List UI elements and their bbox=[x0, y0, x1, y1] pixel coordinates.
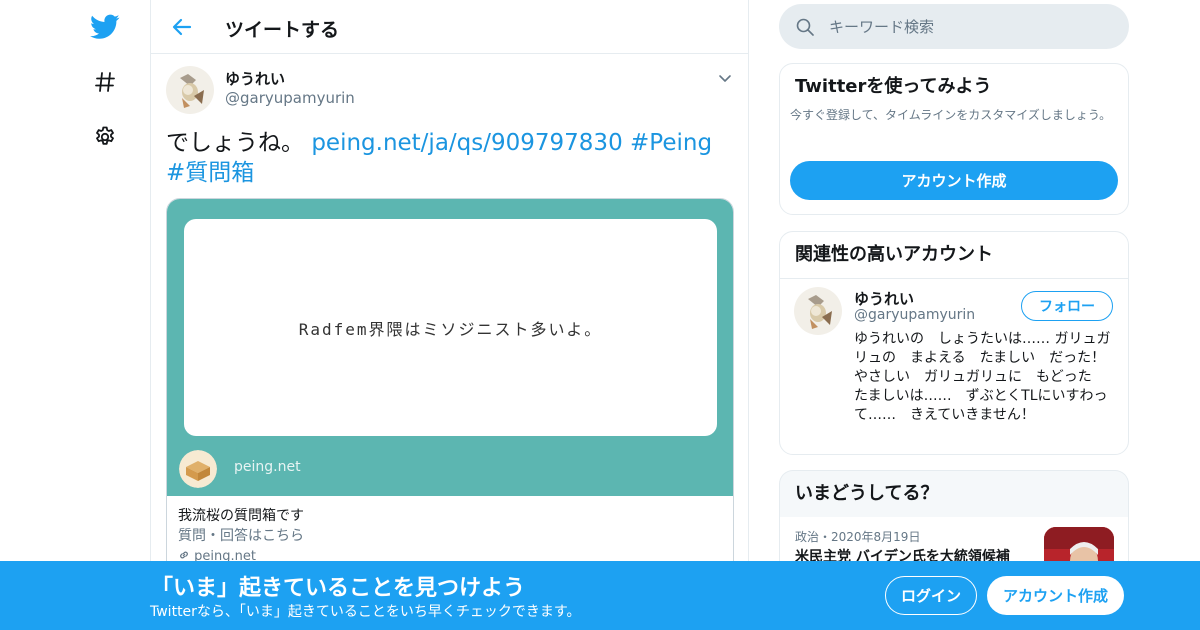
login-button[interactable]: ログイン bbox=[885, 576, 977, 615]
avatar-image bbox=[166, 66, 214, 114]
back-button[interactable] bbox=[167, 12, 197, 42]
tweet-text: でしょうね。 peing.net/ja/qs/909797830 #Peing … bbox=[166, 128, 736, 188]
tweet-link[interactable]: peing.net/ja/qs/909797830 bbox=[311, 130, 622, 156]
create-account-button[interactable]: アカウント作成 bbox=[790, 161, 1118, 200]
trends-panel-title: いまどうしてる？ bbox=[780, 471, 1128, 518]
signup-panel-description: 今すぐ登録して、タイムラインをカスタマイズしましょう。 bbox=[790, 108, 1112, 122]
bottom-bar-subtitle: Twitterなら、「いま」起きていることをいち早くチェックできます。 bbox=[150, 604, 581, 620]
related-panel-title: 関連性の高いアカウント bbox=[780, 232, 1128, 279]
related-account-handle[interactable]: @garyupamyurin bbox=[854, 307, 975, 323]
related-account-name[interactable]: ゆうれい bbox=[854, 288, 914, 309]
hashtag-peing[interactable]: #Peing bbox=[630, 130, 712, 156]
main-column: ツイートする ゆうれい @garyupamyurin でしょうね。 peing.… bbox=[150, 0, 749, 630]
tweet-text-plain: でしょうね。 bbox=[166, 130, 304, 156]
link-icon bbox=[180, 551, 188, 559]
card-description: 質問・回答はこちら bbox=[178, 528, 304, 544]
author-handle[interactable]: @garyupamyurin bbox=[225, 89, 355, 107]
link-card[interactable]: Radfem界隈はミソジニスト多いよ。 peing.net 我流桜の質問箱です … bbox=[166, 198, 734, 578]
search-input[interactable] bbox=[829, 17, 1099, 36]
hashtag-question-box[interactable]: #質問箱 bbox=[166, 160, 254, 186]
twitter-home-link[interactable] bbox=[87, 9, 123, 45]
bottom-signup-bar: 「いま」起きていることを見つけよう Twitterなら、「いま」起きていることを… bbox=[0, 561, 1200, 630]
arrow-left-icon bbox=[172, 18, 192, 36]
follow-button[interactable]: フォロー bbox=[1021, 291, 1113, 321]
search-icon bbox=[796, 18, 814, 36]
signup-panel: Twitterを使ってみよう 今すぐ登録して、タイムラインをカスタマイズしましょ… bbox=[779, 63, 1129, 215]
card-question-box: Radfem界隈はミソジニスト多いよ。 bbox=[184, 219, 717, 436]
twitter-bird-icon bbox=[90, 14, 120, 39]
card-title: 我流桜の質問箱です bbox=[178, 508, 304, 524]
chevron-down-icon bbox=[719, 75, 731, 82]
avatar[interactable] bbox=[166, 66, 214, 114]
gear-icon bbox=[96, 126, 114, 145]
page-title: ツイートする bbox=[225, 19, 340, 41]
card-image: Radfem界隈はミソジニスト多いよ。 peing.net bbox=[167, 199, 733, 496]
related-account-avatar[interactable] bbox=[794, 287, 842, 335]
hashtag-icon bbox=[95, 72, 115, 92]
settings-link[interactable] bbox=[87, 119, 123, 155]
avatar-image bbox=[794, 287, 842, 335]
signup-button[interactable]: アカウント作成 bbox=[987, 576, 1124, 615]
related-accounts-panel: 関連性の高いアカウント ゆうれい @garyupamyurin フォロー ゆうれ… bbox=[779, 231, 1129, 455]
card-question-text: Radfem界隈はミソジニスト多いよ。 bbox=[298, 319, 603, 339]
peing-logo-icon bbox=[179, 450, 217, 488]
left-nav bbox=[0, 0, 150, 630]
signup-panel-title: Twitterを使ってみよう bbox=[795, 76, 992, 97]
tweet-menu-button[interactable] bbox=[717, 70, 733, 86]
related-account-bio: ゆうれいの しょうたいは…… ガリュガリュの まよえる たましい だった！ やさ… bbox=[854, 331, 1111, 423]
card-logo-text: peing.net bbox=[234, 459, 301, 475]
explore-link[interactable] bbox=[87, 64, 123, 100]
trend-meta: 政治・2020年8月19日 bbox=[795, 530, 921, 544]
search-bar[interactable] bbox=[779, 4, 1129, 49]
tweet-page: ツイートする ゆうれい @garyupamyurin でしょうね。 peing.… bbox=[0, 0, 1200, 630]
author-name[interactable]: ゆうれい bbox=[225, 68, 285, 89]
main-header: ツイートする bbox=[151, 0, 749, 54]
bottom-bar-title: 「いま」起きていることを見つけよう bbox=[151, 576, 526, 601]
